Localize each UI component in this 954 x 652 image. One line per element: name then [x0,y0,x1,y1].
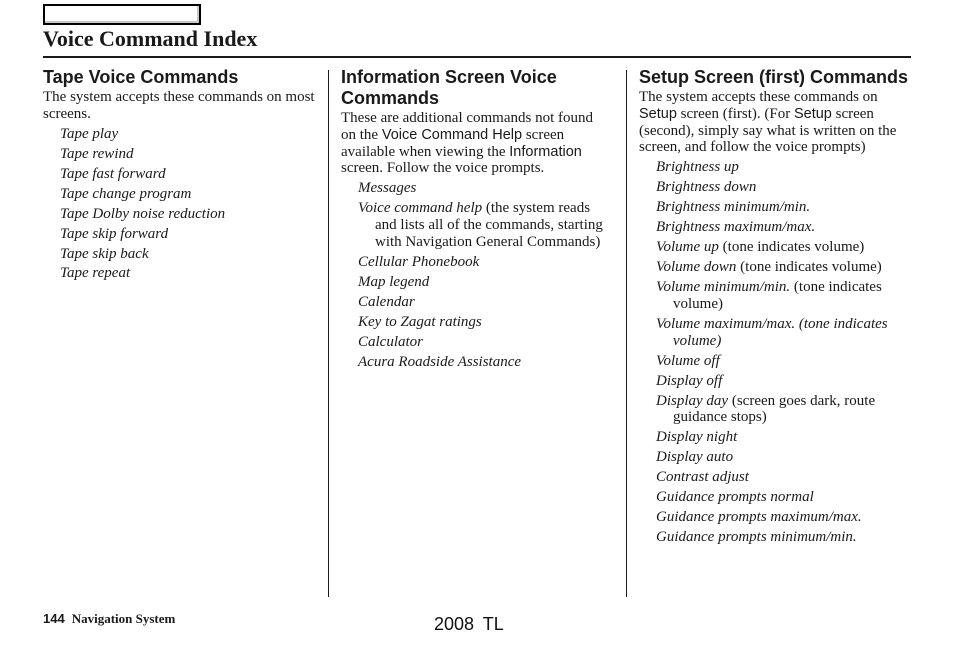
command-list: Messages Voice command help (the system r… [341,180,611,370]
intro-text: screen. Follow the voice prompts. [341,160,545,177]
command-phrase: Tape Dolby noise reduction [60,205,226,222]
command-item: Brightness maximum/max. [656,219,911,236]
command-phrase: Brightness down [656,179,757,196]
section-intro: The system accepts these commands on mos… [43,89,318,123]
command-phrase: Acura Roadside Assistance [358,353,522,370]
command-item: Key to Zagat ratings [358,314,611,331]
command-phrase: Tape skip back [60,245,149,262]
command-phrase: Voice command help [358,200,483,217]
command-phrase: Display off [656,372,723,389]
title-rule [43,56,911,58]
command-item: Calendar [358,294,611,311]
command-item: Display night [656,429,911,446]
command-phrase: Display auto [656,449,734,466]
command-phrase: Volume off [656,352,720,369]
command-item: Brightness down [656,179,911,196]
command-item: Tape skip forward [60,226,318,243]
command-phrase: Calendar [358,293,415,310]
command-phrase: Cellular Phonebook [358,253,480,270]
command-item: Acura Roadside Assistance [358,354,611,371]
intro-text: The system accepts these commands on [639,89,878,105]
command-item: Tape skip back [60,246,318,263]
command-item: Brightness minimum/min. [656,199,911,216]
command-phrase: Tape skip forward [60,225,169,242]
command-phrase: Brightness minimum/min. [656,199,811,216]
command-item: Volume up (tone indicates volume) [656,239,911,256]
section-heading: Information Screen Voice Commands [341,67,557,108]
command-item: Tape change program [60,186,318,203]
command-item: Display off [656,373,911,390]
ui-term: Setup [639,105,677,122]
command-phrase: Map legend [358,273,430,290]
intro-text: The system accepts these commands on mos… [43,89,315,122]
command-item: Volume maximum/max. (tone indicates volu… [656,316,911,350]
command-note: (tone indicates volume) [736,259,882,276]
command-item: Map legend [358,274,611,291]
command-item: Volume down (tone indicates volume) [656,259,911,276]
command-phrase: Brightness maximum/max. [656,219,816,236]
command-item: Messages [358,180,611,197]
command-phrase: Volume maximum/max. (tone indicates volu… [656,315,888,349]
command-item: Volume minimum/min. (tone indicates volu… [656,279,911,313]
column-divider [328,70,329,597]
command-list: Tape play Tape rewind Tape fast forward Tap… [43,126,318,283]
command-phrase: Calculator [358,333,424,350]
command-item: Tape rewind [60,146,318,163]
command-phrase: Tape change program [60,185,192,202]
command-phrase: Tape repeat [60,265,131,282]
command-item: Tape play [60,126,318,143]
command-item: Voice command help (the system reads and… [358,200,611,250]
command-phrase: Key to Zagat ratings [358,313,482,330]
command-item: Contrast adjust [656,469,911,486]
command-item: Tape Dolby noise reduction [60,206,318,223]
footer-model: 2008 TL [434,614,504,634]
section-setup-screen-commands: Setup Screen (first) Commands The system… [639,67,911,549]
section-name: Navigation System [71,611,176,626]
command-phrase: Messages [358,180,417,197]
command-phrase: Volume up [656,239,719,256]
command-phrase: Tape play [60,125,119,142]
command-item: Cellular Phonebook [358,254,611,271]
ui-term: Information [509,143,582,160]
section-intro: These are additional commands not found … [341,110,611,177]
section-heading: Setup Screen (first) Commands [639,67,909,87]
section-heading: Tape Voice Commands [43,67,239,87]
command-phrase: Tape rewind [60,145,134,162]
command-item: Display day (screen goes dark, route gui… [656,393,911,427]
command-phrase: Guidance prompts normal [656,489,814,506]
command-item: Guidance prompts minimum/min. [656,529,911,546]
section-tape-voice-commands: Tape Voice Commands The system accepts t… [43,67,318,285]
footer-page-label: 144 Navigation System [43,611,175,627]
command-phrase: Display day [656,392,729,409]
command-item: Guidance prompts normal [656,489,911,506]
command-list: Brightness up Brightness down Brightness m… [639,159,911,546]
navigation-box[interactable] [43,4,201,25]
command-phrase: Guidance prompts minimum/min. [656,529,857,546]
command-item: Tape repeat [60,265,318,282]
section-information-screen-commands: Information Screen Voice Commands These … [341,67,611,374]
command-item: Guidance prompts maximum/max. [656,509,911,526]
column-divider [626,70,627,597]
command-phrase: Guidance prompts maximum/max. [656,509,862,526]
command-item: Tape fast forward [60,166,318,183]
command-phrase: Display night [656,429,738,446]
command-note: (tone indicates volume) [718,239,865,256]
command-phrase: Volume minimum/min. [656,279,791,296]
section-intro: The system accepts these commands on Set… [639,89,911,156]
command-item: Calculator [358,334,611,351]
command-phrase: Contrast adjust [656,469,749,486]
command-phrase: Volume down [656,259,737,276]
command-item: Volume off [656,353,911,370]
ui-term: Setup [793,105,832,122]
page-number: 144 [43,611,65,626]
page-title: Voice Command Index [43,26,258,51]
command-item: Display auto [656,449,911,466]
intro-text: screen (first). (For [676,105,794,122]
command-item: Brightness up [656,159,911,176]
command-phrase: Tape fast forward [60,165,166,182]
command-phrase: Brightness up [656,159,739,176]
ui-term: Voice Command Help [381,126,523,143]
